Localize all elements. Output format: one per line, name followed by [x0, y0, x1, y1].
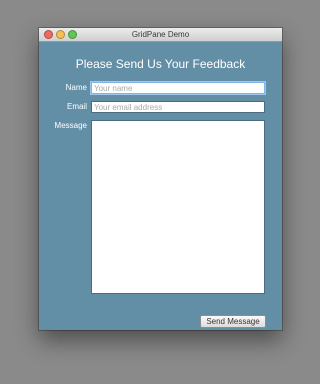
message-label: Message [54, 121, 87, 130]
title-bar[interactable]: GridPane Demo [39, 28, 282, 42]
app-window: GridPane Demo Please Send Us Your Feedba… [39, 28, 282, 330]
send-message-button[interactable]: Send Message [200, 315, 266, 328]
message-textarea[interactable] [91, 120, 265, 294]
email-label: Email [66, 102, 87, 111]
name-input[interactable] [91, 82, 265, 94]
form-heading: Please Send Us Your Feedback [75, 57, 246, 71]
email-input[interactable] [91, 101, 265, 113]
window-title: GridPane Demo [131, 30, 190, 39]
name-label: Name [65, 83, 87, 92]
feedback-form: Please Send Us Your Feedback Name Email … [39, 42, 282, 330]
